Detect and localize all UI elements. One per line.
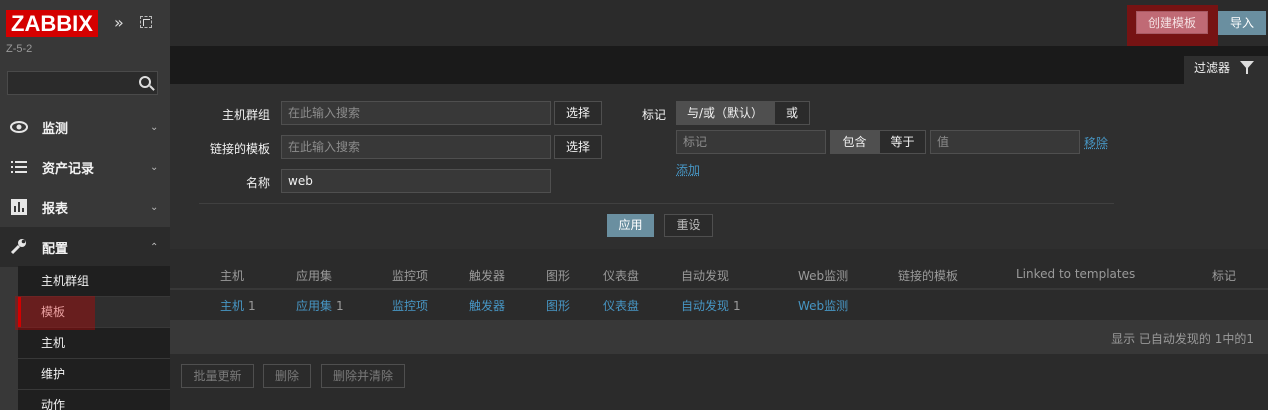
hosts-link[interactable]: 主机 1 xyxy=(220,297,256,314)
menu-item-inventory[interactable]: 资产记录 ⌄ xyxy=(0,147,170,187)
bar-chart-icon xyxy=(10,198,28,216)
applications-link[interactable]: 应用集 1 xyxy=(296,297,344,314)
tag-value-input[interactable]: 值 xyxy=(930,130,1080,154)
apply-button[interactable]: 应用 xyxy=(607,214,654,237)
page-header xyxy=(170,0,1268,46)
column-header-discovery: 自动发现 xyxy=(681,269,730,283)
highlight-overlay xyxy=(15,296,95,330)
menu-item-monitoring[interactable]: 监测 ⌄ xyxy=(0,107,170,147)
chevron-down-icon: ⌄ xyxy=(150,201,159,213)
column-header-applications: 应用集 xyxy=(296,269,333,283)
host-group-label: 主机群组 xyxy=(221,108,270,122)
tag-name-input[interactable]: 标记 xyxy=(676,130,826,154)
tags-and-or-toggle[interactable]: 与/或（默认） xyxy=(676,101,774,125)
column-header-items: 监控项 xyxy=(392,269,429,283)
graphs-link[interactable]: 图形 xyxy=(546,297,570,314)
host-group-input[interactable]: 在此输入搜索 xyxy=(281,101,551,125)
server-name: Z-5-2 xyxy=(6,43,33,55)
zabbix-logo[interactable]: ZABBIX xyxy=(6,10,98,37)
items-link[interactable]: 监控项 xyxy=(392,297,428,314)
name-label: 名称 xyxy=(245,176,270,190)
table-row: 主机 1 应用集 1 监控项 触发器 图形 仪表盘 自动发现 1 Web监测 xyxy=(170,290,1268,320)
delete-and-clear-button[interactable]: 删除并清除 xyxy=(321,364,405,388)
sidebar-search-input[interactable] xyxy=(7,71,158,95)
column-header-hosts: 主机 xyxy=(220,269,245,283)
tag-operator-equals[interactable]: 等于 xyxy=(879,130,926,154)
pagination-summary: 显示 已自动发现的 1中的1 xyxy=(1111,332,1254,346)
column-header-dashboards: 仪表盘 xyxy=(603,269,640,283)
menu-item-configuration[interactable]: 配置 ⌃ xyxy=(0,227,170,267)
menu-item-reports[interactable]: 报表 ⌄ xyxy=(0,187,170,227)
tags-or-toggle[interactable]: 或 xyxy=(774,101,810,125)
eye-icon xyxy=(10,118,28,136)
column-header-linked-templates: 链接的模板 xyxy=(898,269,959,283)
triggers-link[interactable]: 触发器 xyxy=(469,297,505,314)
linked-templates-input[interactable]: 在此输入搜索 xyxy=(281,135,551,159)
host-group-select-button[interactable]: 选择 xyxy=(554,101,602,125)
discovery-link[interactable]: 自动发现 1 xyxy=(681,297,741,314)
import-button[interactable]: 导入 xyxy=(1218,11,1266,35)
tag-add-link[interactable]: 添加 xyxy=(676,161,700,178)
search-icon[interactable] xyxy=(139,76,151,88)
filter-tab-label: 过滤器 xyxy=(1194,61,1231,75)
submenu-item-hosts[interactable]: 主机 xyxy=(18,328,170,359)
column-header-linked-to-templates: Linked to templates xyxy=(1016,267,1136,281)
menu-label: 资产记录 xyxy=(42,161,95,177)
filter-tab[interactable]: 过滤器 xyxy=(1184,56,1268,84)
create-template-button[interactable]: 创建模板 xyxy=(1136,11,1208,34)
collapse-sidebar-icon[interactable]: » xyxy=(114,13,124,32)
wrench-icon xyxy=(10,238,28,256)
submenu-item-maintenance[interactable]: 维护 xyxy=(18,359,170,390)
chevron-down-icon: ⌄ xyxy=(150,161,159,173)
filter-divider xyxy=(199,203,1114,204)
configuration-submenu: 主机群组 模板 主机 维护 动作 xyxy=(18,266,170,410)
submenu-item-host-groups[interactable]: 主机群组 xyxy=(18,266,170,297)
table-header: 主机 应用集 监控项 触发器 图形 仪表盘 自动发现 Web监测 链接的模板 L… xyxy=(170,258,1268,290)
kiosk-mode-icon[interactable] xyxy=(140,16,152,28)
filter-tab-strip xyxy=(170,46,1268,84)
name-input[interactable]: web xyxy=(281,169,551,193)
chevron-up-icon: ⌃ xyxy=(150,241,159,253)
linked-templates-select-button[interactable]: 选择 xyxy=(554,135,602,159)
reset-button[interactable]: 重设 xyxy=(664,214,713,237)
filter-icon xyxy=(1240,61,1254,74)
table-footer: 显示 已自动发现的 1中的1 xyxy=(170,320,1268,354)
column-header-tags: 标记 xyxy=(1212,269,1237,283)
tag-remove-link[interactable]: 移除 xyxy=(1084,134,1108,151)
menu-label: 监测 xyxy=(42,121,69,137)
mass-update-button[interactable]: 批量更新 xyxy=(181,364,254,388)
dashboards-link[interactable]: 仪表盘 xyxy=(603,297,639,314)
submenu-item-actions[interactable]: 动作 xyxy=(18,390,170,410)
tags-label: 标记 xyxy=(641,108,666,122)
menu-label: 报表 xyxy=(42,201,69,217)
web-link[interactable]: Web监测 xyxy=(798,297,848,314)
linked-templates-label: 链接的模板 xyxy=(209,142,270,156)
sidebar: ZABBIX » Z-5-2 监测 ⌄ 资产记录 ⌄ 报表 ⌄ 配置 ⌃ 主机群… xyxy=(0,0,170,410)
chevron-down-icon: ⌄ xyxy=(150,121,159,133)
list-icon xyxy=(10,158,28,176)
tag-operator-contains[interactable]: 包含 xyxy=(830,130,879,154)
column-header-graphs: 图形 xyxy=(546,269,571,283)
column-header-triggers: 触发器 xyxy=(469,269,506,283)
column-header-web: Web监测 xyxy=(798,269,849,283)
menu-label: 配置 xyxy=(42,241,69,257)
delete-button[interactable]: 删除 xyxy=(263,364,311,388)
